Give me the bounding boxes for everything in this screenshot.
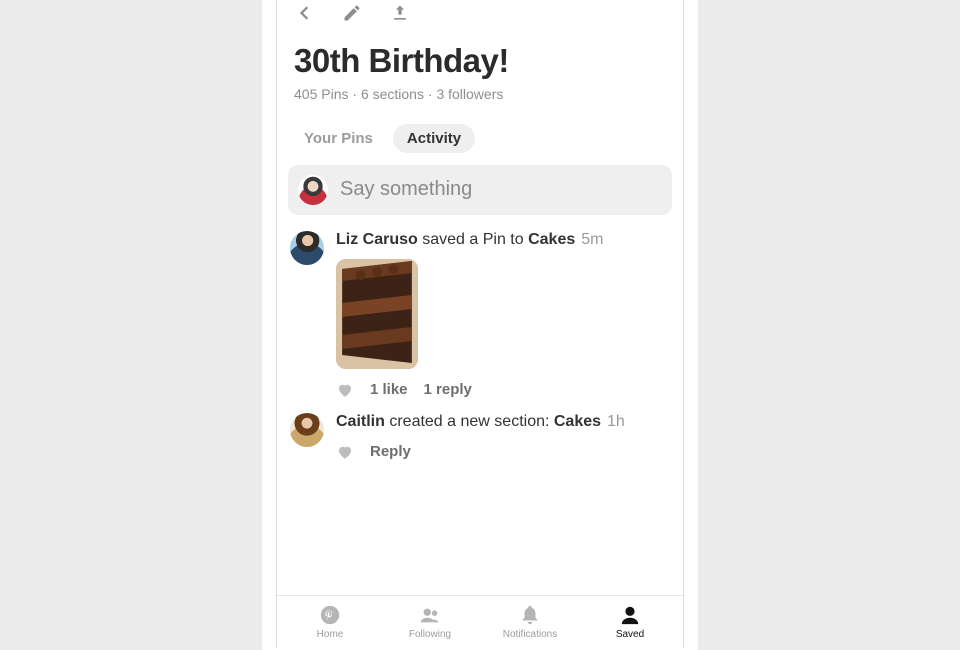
nav-saved[interactable]: Saved — [580, 604, 680, 640]
activity-feed: Liz Caruso saved a Pin to Cakes5m 1 like — [276, 227, 684, 595]
board-subtitle: 405 Pins · 6 sections · 3 followers — [294, 86, 666, 102]
likes-count[interactable]: 1 like — [370, 381, 408, 398]
activity-text: Liz Caruso saved a Pin to Cakes5m — [336, 231, 670, 249]
tab-your-pins[interactable]: Your Pins — [290, 124, 387, 153]
like-icon[interactable] — [336, 443, 354, 461]
pin-thumbnail[interactable] — [336, 259, 418, 369]
bottom-nav: Home Following Notifications Saved — [276, 595, 684, 650]
avatar — [298, 175, 328, 205]
activity-item: Liz Caruso saved a Pin to Cakes5m 1 like — [290, 231, 670, 399]
tab-activity[interactable]: Activity — [393, 124, 475, 153]
activity-text: Caitlin created a new section: Cakes1h — [336, 413, 670, 431]
activity-item: Caitlin created a new section: Cakes1h R… — [290, 413, 670, 461]
nav-home[interactable]: Home — [280, 604, 380, 640]
bell-icon — [519, 604, 541, 626]
edit-icon[interactable] — [342, 3, 362, 28]
say-something-input[interactable]: Say something — [288, 165, 672, 215]
board-header: 30th Birthday! 405 Pins · 6 sections · 3… — [276, 36, 684, 106]
replies-count[interactable]: 1 reply — [424, 381, 472, 398]
people-icon — [419, 604, 441, 626]
phone-screen: 8:08 AM 30th Birthday! 405 Pins · 6 sect… — [276, 0, 684, 650]
pinterest-icon — [319, 604, 341, 626]
avatar[interactable] — [290, 413, 324, 447]
tabs: Your Pins Activity — [276, 106, 684, 163]
avatar[interactable] — [290, 231, 324, 265]
person-icon — [619, 604, 641, 626]
toolbar — [276, 0, 684, 36]
board-title: 30th Birthday! — [294, 42, 666, 80]
nav-notifications[interactable]: Notifications — [480, 604, 580, 640]
share-icon[interactable] — [390, 3, 410, 28]
back-icon[interactable] — [294, 3, 314, 28]
nav-following[interactable]: Following — [380, 604, 480, 640]
input-placeholder: Say something — [340, 178, 472, 201]
like-icon[interactable] — [336, 381, 354, 399]
reply-button[interactable]: Reply — [370, 443, 411, 460]
